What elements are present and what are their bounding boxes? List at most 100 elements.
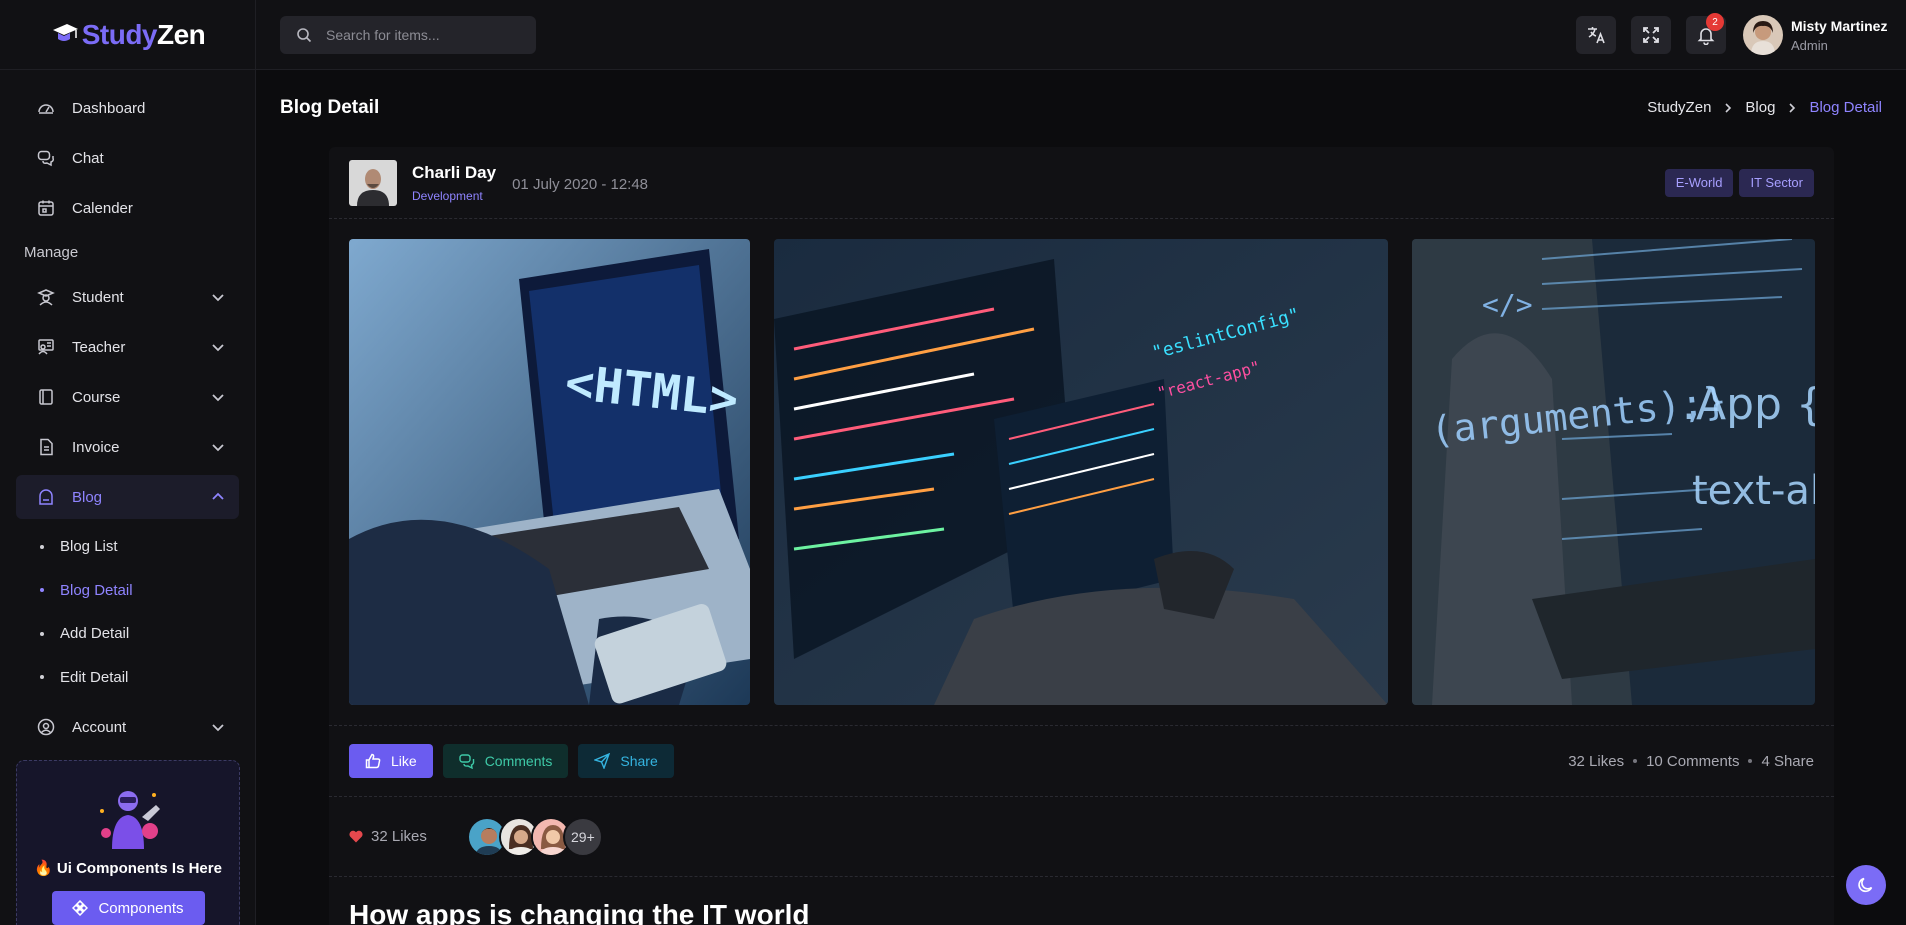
- tag-it-sector[interactable]: IT Sector: [1739, 168, 1814, 197]
- svg-text:.App {: .App {: [1682, 379, 1815, 430]
- promo-text: 🔥 Ui Components Is Here: [34, 860, 222, 877]
- stats-likes: 32 Likes: [1568, 752, 1625, 770]
- sidebar-item-label: Dashboard: [72, 99, 146, 117]
- post-actions-bar: Like Comments Share 32 Likes 10 Comments…: [329, 725, 1834, 797]
- thumbs-up-icon: [365, 753, 381, 769]
- components-button[interactable]: Components: [51, 891, 205, 925]
- sidebar-subitem-edit-detail[interactable]: Edit Detail: [16, 656, 239, 700]
- search-box[interactable]: [280, 16, 536, 54]
- logo[interactable]: StudyZen: [0, 0, 255, 70]
- promo-text-label: Ui Components Is Here: [56, 860, 222, 877]
- share-button[interactable]: Share: [578, 744, 674, 778]
- logo-text-zen: Zen: [157, 18, 206, 50]
- sidebar-subitem-add-detail[interactable]: Add Detail: [16, 612, 239, 656]
- stats-comments: 10 Comments: [1646, 752, 1740, 770]
- breadcrumb-studyzen[interactable]: StudyZen: [1647, 99, 1711, 116]
- logo-text-study: Study: [81, 18, 158, 50]
- theme-toggle-button[interactable]: [1846, 865, 1886, 905]
- chevron-down-icon: [212, 394, 224, 402]
- author-avatar: [349, 159, 397, 206]
- search-icon: [297, 28, 312, 43]
- post-date: 01 July 2020 - 12:48: [512, 176, 649, 193]
- user-avatar-image: [1743, 15, 1783, 55]
- sidebar-item-label: Chat: [72, 149, 104, 167]
- sidebar-subitem-label: Blog Detail: [60, 581, 133, 599]
- sidebar-item-label: Account: [72, 718, 127, 736]
- breadcrumb-current: Blog Detail: [1809, 99, 1882, 116]
- blog-post-card: Charli Day Development 01 July 2020 - 12…: [329, 147, 1834, 925]
- teacher-icon: [36, 337, 56, 357]
- sidebar-item-account[interactable]: Account: [16, 705, 239, 749]
- sidebar-subitem-label: Add Detail: [60, 625, 130, 643]
- sidebar-item-invoice[interactable]: Invoice: [16, 425, 239, 469]
- chevron-up-icon: [212, 492, 224, 500]
- breadcrumb-blog[interactable]: Blog: [1745, 99, 1775, 116]
- post-stats: 32 Likes 10 Comments 4 Share: [1568, 753, 1814, 770]
- sidebar-item-teacher[interactable]: Teacher: [16, 325, 239, 369]
- bullet-dot: [40, 631, 44, 636]
- translate-button[interactable]: [1576, 16, 1616, 54]
- fullscreen-button[interactable]: [1631, 16, 1671, 54]
- post-image-3[interactable]: </> (arguments);} .App { text-alic: [1412, 239, 1815, 705]
- moon-icon: [1858, 877, 1873, 893]
- section-label-manage: Manage: [24, 244, 79, 261]
- coding-screens-image: "eslintConfig" "react-app": [774, 239, 1388, 705]
- comments-icon: [458, 754, 474, 769]
- author-info: Charli Day Development: [412, 163, 496, 203]
- sidebar-item-dashboard[interactable]: Dashboard: [16, 86, 239, 130]
- like-button[interactable]: Like: [349, 744, 433, 778]
- sidebar-nav: Dashboard Chat Calender Manage Student T…: [0, 70, 255, 749]
- course-icon: [36, 387, 56, 407]
- chevron-down-icon: [212, 294, 224, 302]
- svg-text:</>: </>: [1482, 288, 1533, 321]
- chevron-down-icon: [212, 344, 224, 352]
- post-tags: E-World IT Sector: [1664, 168, 1814, 197]
- more-likers-badge[interactable]: 29+: [562, 816, 603, 857]
- likes-count: 32 Likes: [371, 828, 427, 845]
- sidebar-subitem-label: Blog List: [60, 538, 118, 556]
- post-category[interactable]: Development: [412, 189, 496, 203]
- post-title: How apps is changing the IT world: [349, 899, 810, 925]
- page-title: Blog Detail: [280, 97, 380, 118]
- sidebar-item-label: Course: [72, 388, 121, 406]
- author-photo: [349, 159, 397, 206]
- bullet-dot: [40, 544, 44, 549]
- sidebar-item-label: Student: [72, 288, 124, 306]
- send-icon: [594, 753, 611, 769]
- user-menu[interactable]: Misty Martinez Admin: [1743, 15, 1887, 55]
- user-role: Admin: [1791, 37, 1828, 53]
- tag-e-world[interactable]: E-World: [1664, 168, 1734, 197]
- sidebar-subitem-blog-detail[interactable]: Blog Detail: [16, 569, 239, 613]
- author-name[interactable]: Charli Day: [412, 163, 496, 183]
- chat-icon: [36, 148, 56, 168]
- sidebar-subitem-blog-list[interactable]: Blog List: [16, 525, 239, 569]
- translate-icon: [1588, 27, 1605, 44]
- sidebar-item-student[interactable]: Student: [16, 275, 239, 319]
- avatar: [1743, 15, 1783, 55]
- sidebar-item-label: Blog: [72, 488, 103, 506]
- sidebar-item-calender[interactable]: Calender: [16, 186, 239, 230]
- components-icon: [72, 900, 89, 916]
- sidebar-item-label: Invoice: [72, 438, 120, 456]
- sidebar-subitem-label: Edit Detail: [60, 668, 129, 686]
- sidebar-item-blog[interactable]: Blog: [16, 475, 239, 519]
- calendar-icon: [36, 198, 56, 218]
- sidebar-item-course[interactable]: Course: [16, 375, 239, 419]
- fullscreen-icon: [1643, 27, 1659, 43]
- sidebar-item-chat[interactable]: Chat: [16, 136, 239, 180]
- chevron-down-icon: [212, 444, 224, 452]
- search-input[interactable]: [326, 27, 506, 43]
- post-image-1[interactable]: <HTML>: [349, 239, 750, 705]
- notifications-button[interactable]: 2: [1686, 13, 1726, 54]
- bullet-dot: [40, 588, 44, 593]
- stats-shares: 4 Share: [1761, 752, 1814, 770]
- post-image-2[interactable]: "eslintConfig" "react-app": [774, 239, 1388, 705]
- components-button-label: Components: [98, 899, 184, 917]
- promo-card: 🔥 Ui Components Is Here Components: [16, 760, 240, 925]
- blog-icon: [36, 487, 56, 507]
- liker-avatars[interactable]: 29+: [466, 816, 603, 857]
- heart-icon: [349, 830, 363, 843]
- sidebar-item-label: Calender: [72, 199, 133, 217]
- chevron-down-icon: [212, 724, 224, 732]
- comments-button[interactable]: Comments: [442, 744, 569, 778]
